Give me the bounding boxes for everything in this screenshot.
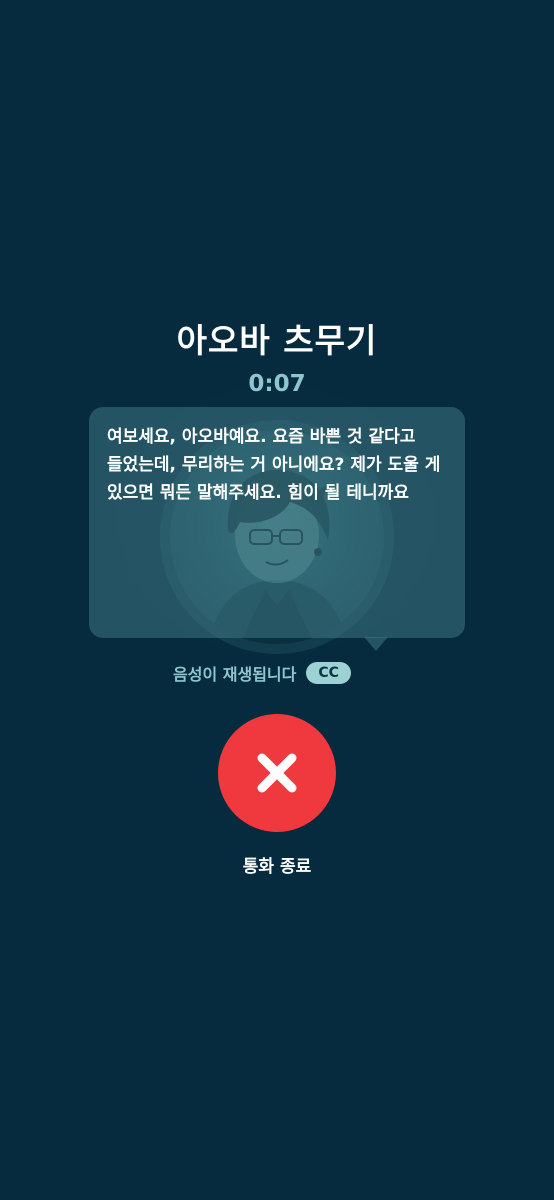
- caption-bubble-tail: [364, 637, 388, 651]
- end-call-button[interactable]: [218, 714, 336, 832]
- caller-name: 아오바 츠무기: [176, 321, 378, 360]
- voice-status-label: 음성이 재생됩니다: [173, 665, 297, 684]
- end-call-label: 통화 종료: [242, 857, 312, 877]
- caption-text: 여보세요, 아오바예요. 요즘 바쁜 것 같다고 들었는데, 무리하는 거 아니…: [107, 427, 441, 503]
- cc-toggle-button[interactable]: CC: [306, 662, 351, 684]
- voice-status-row: 음성이 재생됩니다 CC: [0, 660, 554, 686]
- close-x-icon: [257, 753, 297, 793]
- call-screen: 아오바 츠무기 0:07 여보세요, 아오바예요. 요즘 바쁜 것 같다고 들었…: [0, 0, 554, 1200]
- call-timer: 0:07: [248, 371, 306, 397]
